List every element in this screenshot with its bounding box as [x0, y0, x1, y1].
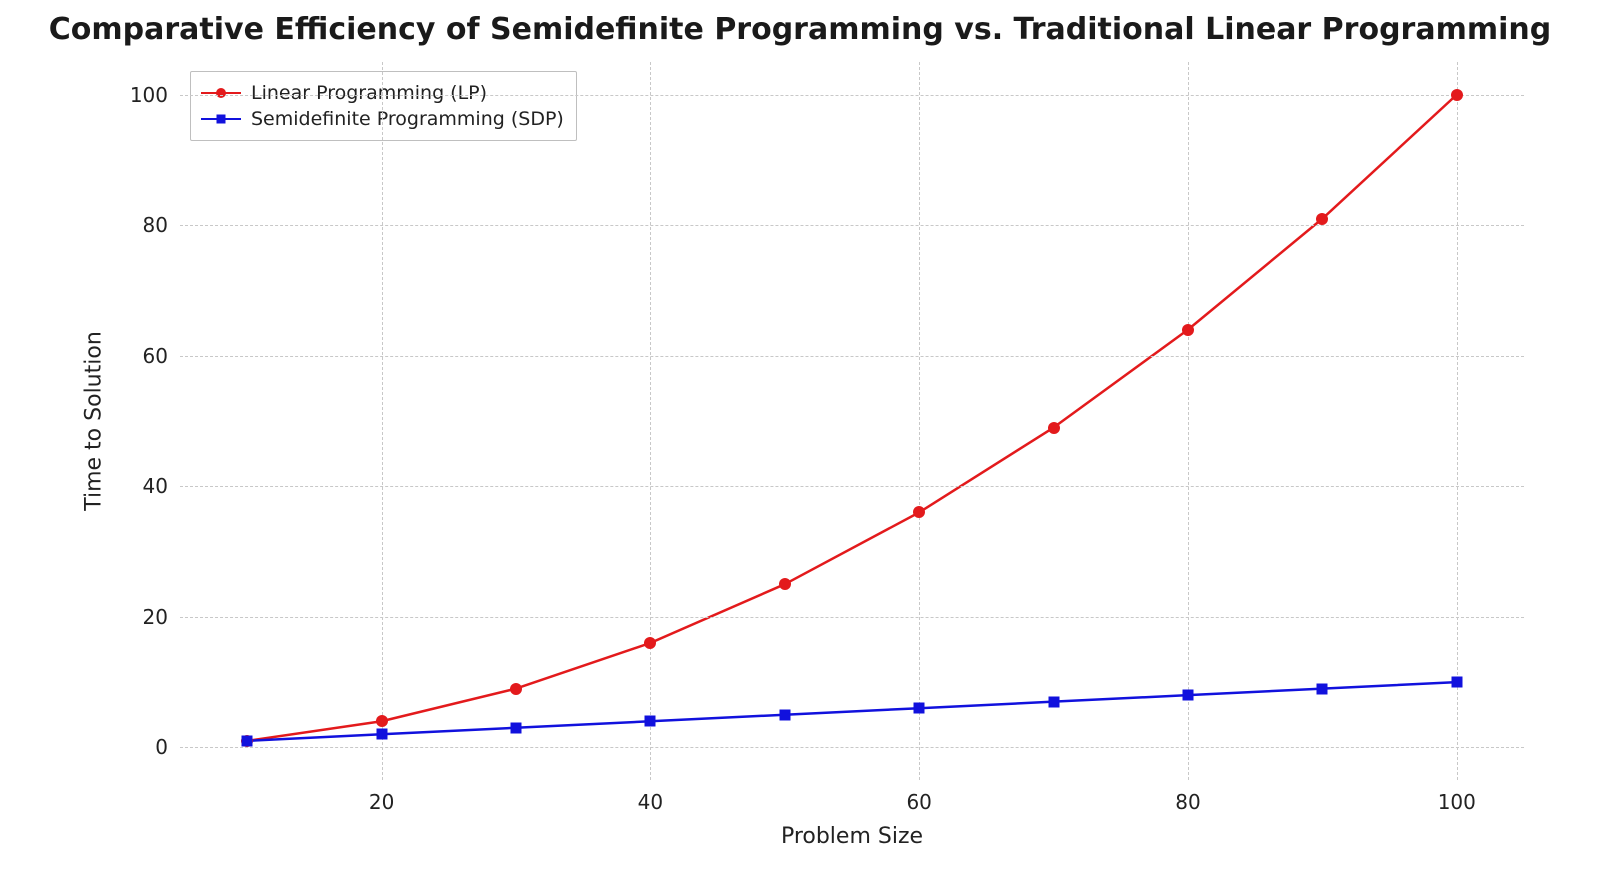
data-point [1451, 677, 1462, 688]
x-tick-label: 80 [1175, 790, 1200, 814]
legend-label: Semidefinite Programming (SDP) [251, 108, 564, 130]
y-tick-label: 60 [128, 344, 168, 368]
y-tick-label: 80 [128, 213, 168, 237]
x-axis-label: Problem Size [781, 824, 923, 849]
data-point [376, 729, 387, 740]
data-point [1451, 89, 1463, 101]
data-point [1317, 683, 1328, 694]
data-point [913, 506, 925, 518]
plot-area: Problem Size Time to Solution Linear Pro… [180, 62, 1524, 780]
legend: Linear Programming (LP) Semidefinite Prog… [190, 71, 577, 141]
data-point [242, 735, 253, 746]
data-point [644, 637, 656, 649]
data-point [779, 578, 791, 590]
chart-lines [180, 62, 1524, 780]
legend-swatch [201, 112, 241, 126]
data-point [511, 722, 522, 733]
x-tick-label: 100 [1438, 790, 1476, 814]
x-tick-label: 40 [638, 790, 663, 814]
chart-container: Comparative Efficiency of Semidefinite P… [0, 0, 1600, 876]
y-tick-label: 100 [128, 83, 168, 107]
data-point [645, 716, 656, 727]
y-axis-label: Time to Solution [82, 331, 107, 511]
x-tick-label: 60 [906, 790, 931, 814]
legend-swatch [201, 86, 241, 100]
legend-item: Linear Programming (LP) [201, 80, 564, 106]
data-point [1183, 690, 1194, 701]
legend-item: Semidefinite Programming (SDP) [201, 106, 564, 132]
series-line [247, 682, 1457, 741]
chart-title: Comparative Efficiency of Semidefinite P… [0, 12, 1600, 47]
y-tick-label: 40 [128, 474, 168, 498]
series-line [247, 95, 1457, 741]
x-tick-label: 20 [369, 790, 394, 814]
data-point [1048, 422, 1060, 434]
legend-label: Linear Programming (LP) [251, 82, 487, 104]
data-point [779, 709, 790, 720]
y-tick-label: 0 [128, 735, 168, 759]
y-tick-label: 20 [128, 605, 168, 629]
data-point [376, 715, 388, 727]
data-point [1182, 324, 1194, 336]
data-point [914, 703, 925, 714]
data-point [1048, 696, 1059, 707]
data-point [1316, 213, 1328, 225]
data-point [510, 683, 522, 695]
